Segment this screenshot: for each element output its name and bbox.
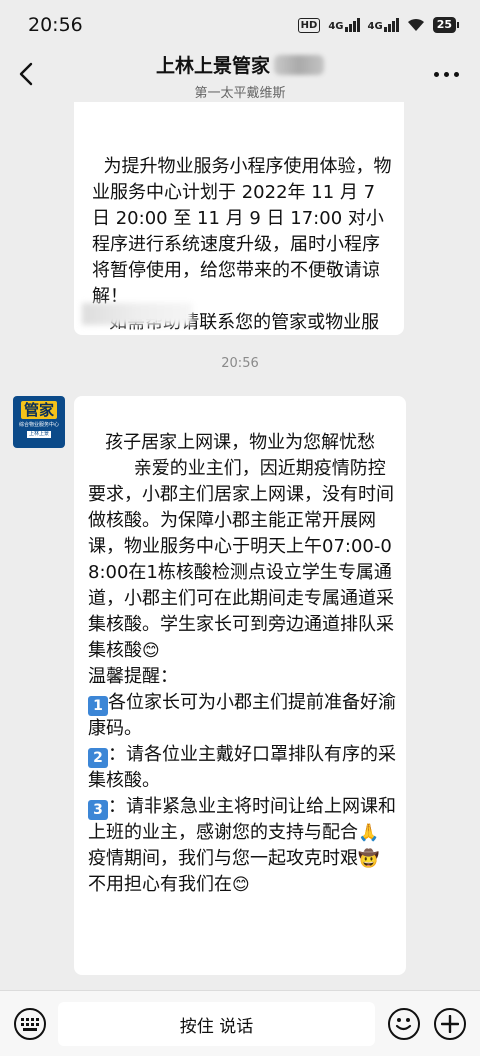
avatar-logo: 管家 bbox=[20, 401, 57, 419]
back-button[interactable] bbox=[14, 58, 38, 90]
smile-emoji-icon: 😊 bbox=[142, 641, 160, 661]
pray-hands-emoji-icon: 🙏 bbox=[358, 823, 380, 843]
hd-icon: HD bbox=[297, 17, 321, 33]
chat-subtitle: 第一太平戴维斯 bbox=[194, 86, 286, 101]
signal-icon-2: 4G bbox=[368, 18, 399, 32]
back-arrow-icon bbox=[19, 62, 33, 86]
avatar[interactable]: 管家 综合物业服务中心 上林上景 bbox=[13, 396, 65, 448]
tip-2: ：请各位业主戴好口罩排队有序的采集核酸。 bbox=[88, 744, 396, 791]
status-icons: HD 4G 4G 25 bbox=[297, 17, 460, 33]
keyboard-toggle-button[interactable] bbox=[14, 1008, 46, 1040]
plus-icon bbox=[441, 1015, 459, 1033]
hold-to-talk-button[interactable]: 按住 说话 bbox=[58, 1002, 375, 1046]
keycap-one-icon: 1 bbox=[88, 696, 108, 716]
message-bubble[interactable]: 为提升物业服务小程序使用体验，物业服务中心计划于 2022年 11 月 7 日 … bbox=[74, 102, 404, 335]
message-timestamp: 20:56 bbox=[221, 356, 259, 371]
avatar-tag: 上林上景 bbox=[26, 431, 51, 438]
tip-title: 温馨提醒： bbox=[88, 666, 178, 687]
emoji-button[interactable] bbox=[388, 1008, 420, 1040]
title-row: 上林上景管家 bbox=[156, 51, 324, 78]
more-button[interactable] bbox=[430, 60, 462, 88]
emoji-icon bbox=[395, 1018, 412, 1031]
tip-1: 各位家长可为小郡主们提前准备好渝康码。 bbox=[88, 692, 396, 739]
input-bar: 按住 说话 bbox=[0, 990, 480, 1056]
network-label-2: 4G bbox=[367, 21, 383, 32]
wifi-icon bbox=[407, 18, 424, 31]
smile-emoji-icon: 😊 bbox=[232, 875, 250, 895]
chat-header: 上林上景管家 第一太平戴维斯 bbox=[0, 50, 480, 102]
chat-area[interactable]: 为提升物业服务小程序使用体验，物业服务中心计划于 2022年 11 月 7 日 … bbox=[0, 102, 480, 990]
message-body: 亲爱的业主们，因近期疫情防控要求，小郡主们居家上网课，没有时间做核酸。为保障小郡… bbox=[88, 458, 394, 661]
network-label-1: 4G bbox=[328, 21, 344, 32]
hardhat-emoji-icon: 🤠 bbox=[358, 849, 380, 869]
closing-line-b: 不用担心有我们在 bbox=[88, 874, 232, 895]
more-dots-icon bbox=[433, 71, 439, 77]
closing-line-a: 疫情期间，我们与您一起攻克时艰 bbox=[88, 848, 358, 869]
redacted-title-part bbox=[274, 54, 324, 75]
battery-icon: 25 bbox=[432, 17, 460, 33]
message-title: 孩子居家上网课，物业为您解忧愁 bbox=[88, 432, 376, 453]
tip-3: ：请非紧急业主将时间让给上网课和上班的业主，感谢您的支持与配合 bbox=[88, 796, 396, 843]
keycap-two-icon: 2 bbox=[88, 748, 108, 768]
avatar-subtext: 综合物业服务中心 bbox=[18, 422, 59, 428]
plus-button[interactable] bbox=[434, 1008, 466, 1040]
message-bubble[interactable]: 孩子居家上网课，物业为您解忧愁 亲爱的业主们，因近期疫情防控要求，小郡主们居家上… bbox=[74, 396, 406, 975]
keyboard-icon bbox=[21, 1017, 39, 1031]
chat-title: 上林上景管家 bbox=[155, 55, 270, 77]
signal-icon-1: 4G bbox=[328, 18, 360, 32]
status-bar: 20:56 HD 4G 4G 25 bbox=[0, 0, 480, 50]
status-time: 20:56 bbox=[28, 14, 83, 36]
redacted-phone bbox=[82, 303, 192, 325]
keycap-three-icon: 3 bbox=[88, 800, 108, 820]
